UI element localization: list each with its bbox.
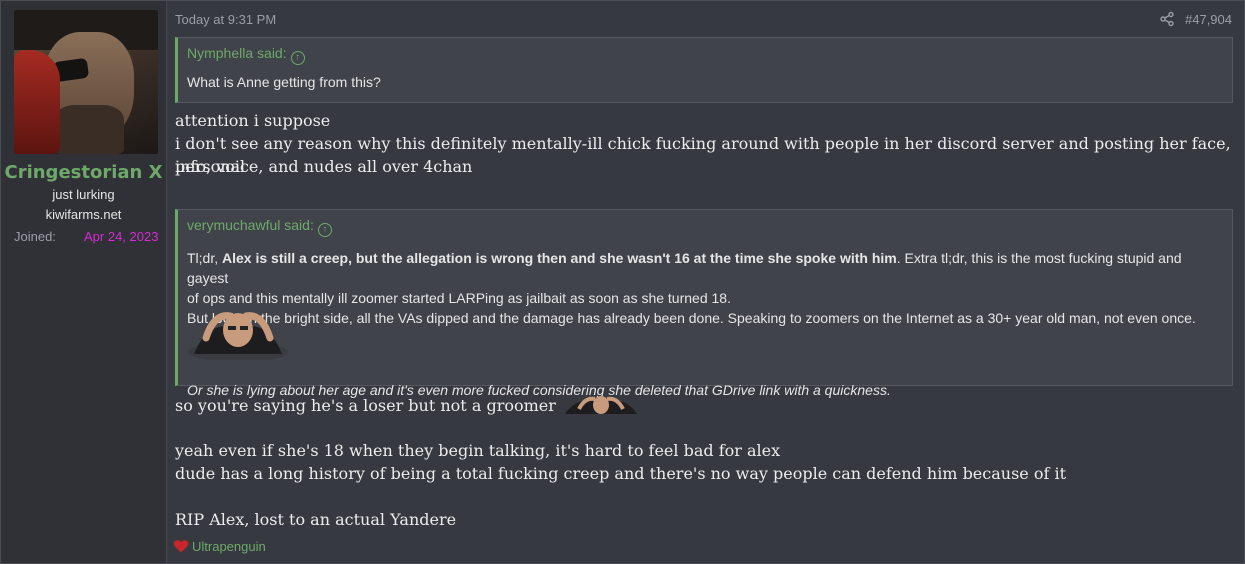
heart-icon (173, 540, 189, 553)
quote-block: verymuchawful said: ↑ Tl;dr, Alex is stil… (175, 209, 1233, 398)
distressed-man-emote-image (188, 312, 288, 360)
quote-author[interactable]: Nymphella said: (187, 45, 287, 61)
quote-line: But look on the bright side, all the VAs… (187, 310, 1196, 326)
quote-line: Tl;dr, Alex is still a creep, but the al… (187, 250, 1182, 286)
quote-author[interactable]: verymuchawful said: (187, 217, 314, 233)
quote-header[interactable]: verymuchawful said: ↑ (178, 210, 1232, 240)
forum-post: Cringestorian X just lurking kiwifarms.n… (0, 0, 1245, 564)
message-line: so you're saying he's a loser but not a … (175, 394, 641, 417)
reaction-user[interactable]: Ultrapenguin (192, 539, 266, 554)
joined-label: Joined: (14, 229, 56, 244)
share-icon[interactable] (1159, 11, 1175, 27)
joined-date: Apr 24, 2023 (84, 229, 159, 244)
message-line: yeah even if she's 18 when they begin ta… (175, 441, 781, 460)
quote-block: Nymphella said: ↑ What is Anne getting fr… (175, 37, 1233, 103)
reaction-bar[interactable]: Ultrapenguin (173, 538, 266, 554)
message-line: attention i suppose (175, 111, 331, 130)
distressed-man-emote-icon (564, 396, 637, 414)
message-line: RIP Alex, lost to an actual Yandere (175, 510, 457, 529)
message-line: info, voice, and nudes all over 4chan (175, 157, 473, 176)
quote-text: What is Anne getting from this? (187, 74, 381, 90)
quote-header[interactable]: Nymphella said: ↑ (178, 38, 1232, 68)
quote-line: of ops and this mentally ill zoomer star… (187, 290, 731, 306)
username[interactable]: Cringestorian X (1, 162, 166, 183)
post-number[interactable]: #47,904 (1185, 12, 1232, 27)
user-title: just lurking (52, 187, 115, 202)
arrow-up-circle-icon[interactable]: ↑ (290, 51, 305, 65)
arrow-up-circle-icon[interactable]: ↑ (317, 223, 332, 237)
message-line: dude has a long history of being a total… (175, 464, 1067, 483)
user-avatar[interactable] (14, 10, 158, 154)
user-sidebar: Cringestorian X just lurking kiwifarms.n… (1, 1, 167, 563)
user-site: kiwifarms.net (45, 207, 122, 222)
post-timestamp[interactable]: Today at 9:31 PM (175, 12, 276, 27)
